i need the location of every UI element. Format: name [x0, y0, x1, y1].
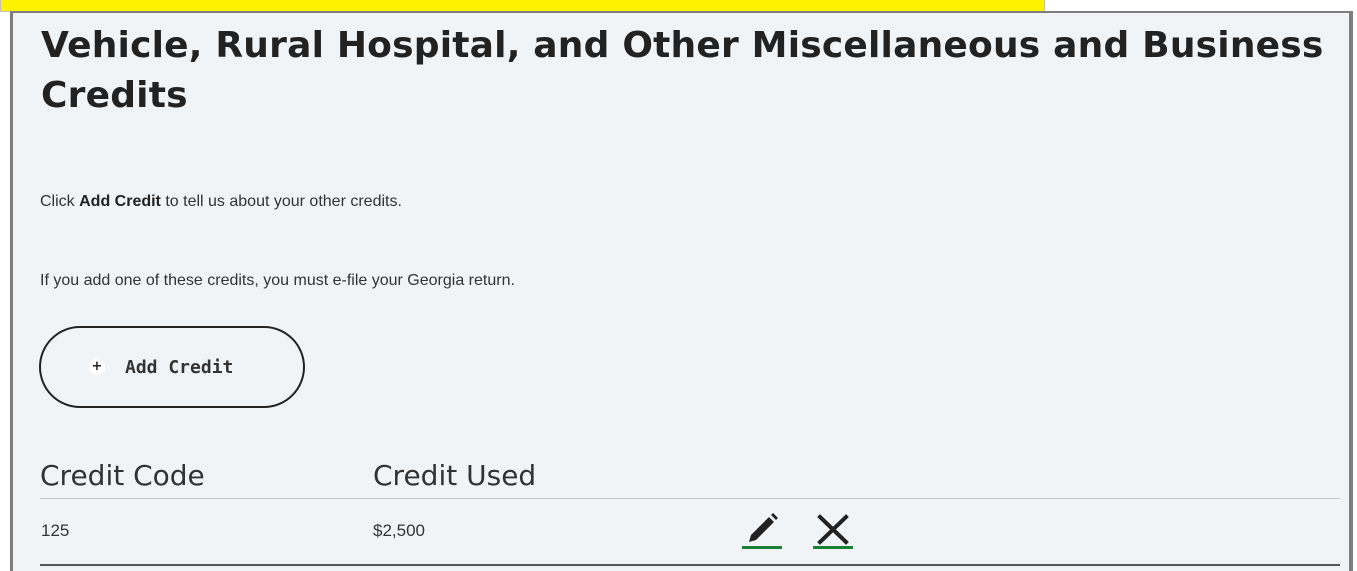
instruction-prefix: Click — [40, 193, 80, 210]
delete-button[interactable] — [811, 512, 855, 550]
instruction-suffix: to tell us about your other credits. — [160, 193, 402, 210]
table-bottom-divider — [40, 564, 1340, 566]
add-credit-button[interactable]: + Add Credit — [39, 326, 305, 408]
table-header-divider — [40, 498, 1340, 499]
add-credit-instruction: Click Add Credit to tell us about your o… — [40, 193, 402, 211]
instruction-strong: Add Credit — [79, 193, 161, 210]
efile-note: If you add one of these credits, you mus… — [40, 272, 515, 289]
column-header-credit-used: Credit Used — [373, 459, 537, 492]
page-title: Vehicle, Rural Hospital, and Other Misce… — [41, 25, 1324, 116]
credit-used-cell: $2,500 — [373, 521, 425, 540]
credit-code-cell: 125 — [41, 521, 70, 540]
screen: Vehicle, Rural Hospital, and Other Misce… — [0, 0, 1357, 571]
edit-button[interactable] — [740, 512, 784, 550]
credits-panel: Vehicle, Rural Hospital, and Other Misce… — [10, 11, 1353, 571]
column-header-credit-code: Credit Code — [40, 459, 205, 492]
edit-icon — [742, 513, 782, 549]
delete-icon — [813, 514, 853, 549]
add-credit-button-label: Add Credit — [125, 356, 234, 378]
plus-circle-icon: + — [89, 359, 105, 375]
table-row: 125 $2,500 — [40, 500, 1340, 564]
